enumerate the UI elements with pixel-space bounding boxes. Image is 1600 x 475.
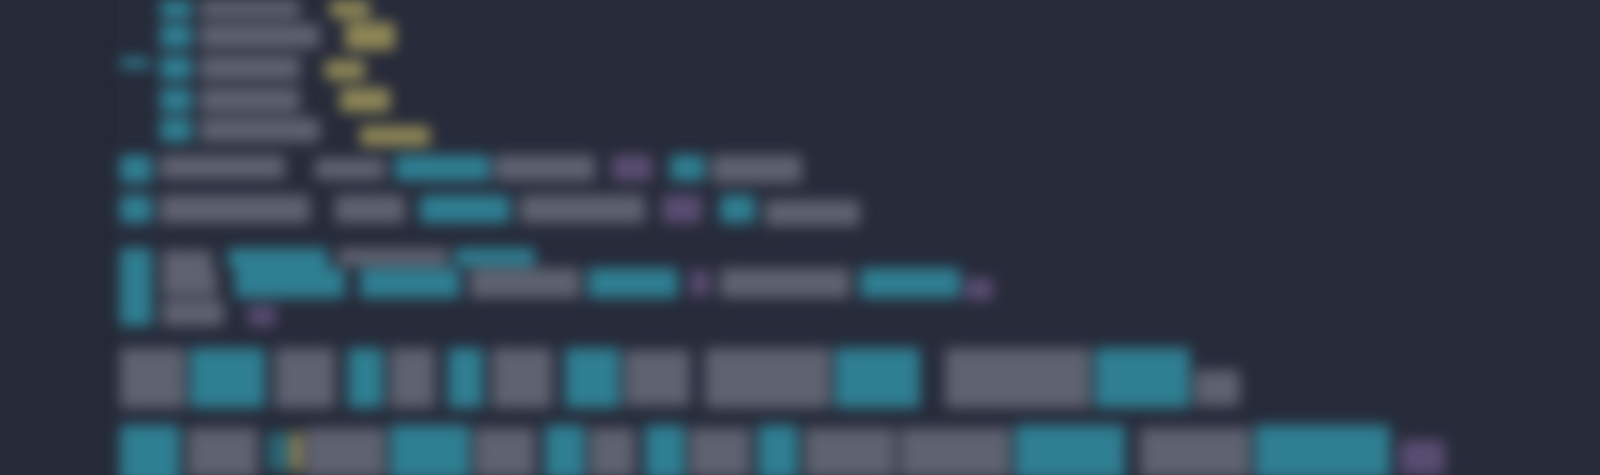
- code-token: [360, 268, 460, 298]
- code-token: [305, 428, 385, 475]
- blurred-code-content: [0, 0, 1600, 475]
- code-token: [758, 425, 798, 475]
- code-token: [720, 195, 755, 223]
- code-token: [590, 428, 635, 475]
- code-token: [162, 270, 217, 296]
- code-token: [492, 348, 552, 408]
- code-token: [1400, 440, 1445, 475]
- code-token: [120, 425, 180, 475]
- code-token: [160, 118, 192, 142]
- code-token: [900, 428, 1010, 475]
- code-token: [475, 428, 535, 475]
- code-token: [455, 248, 535, 266]
- code-token: [390, 348, 435, 408]
- code-token: [565, 348, 620, 408]
- code-token: [120, 348, 185, 408]
- code-token: [662, 195, 702, 223]
- code-editor[interactable]: blurred: [0, 0, 1600, 475]
- code-token: [670, 155, 705, 181]
- code-token: [395, 155, 490, 181]
- code-token: [945, 348, 1090, 408]
- code-token: [200, 0, 300, 18]
- code-token: [835, 348, 920, 408]
- code-token: [200, 24, 320, 48]
- code-token: [390, 425, 470, 475]
- code-token: [290, 432, 302, 472]
- code-token: [190, 348, 265, 408]
- code-token: [1255, 425, 1390, 475]
- code-token: [160, 88, 192, 112]
- code-token: [360, 126, 430, 146]
- code-token: [330, 0, 370, 18]
- code-token: [235, 268, 345, 298]
- code-token: [470, 268, 580, 298]
- code-token: [1015, 425, 1125, 475]
- code-token: [965, 278, 993, 300]
- code-token: [1140, 428, 1250, 475]
- code-token: [335, 195, 405, 223]
- code-token: [120, 195, 152, 223]
- code-token: [495, 155, 595, 181]
- code-token: [1195, 370, 1240, 406]
- code-token: [200, 56, 300, 80]
- code-token: [160, 56, 192, 80]
- code-token: [338, 248, 448, 266]
- code-token: [248, 306, 276, 326]
- code-token: [720, 268, 850, 298]
- code-token: [545, 425, 585, 475]
- code-token: [625, 350, 690, 406]
- code-token: [690, 428, 750, 475]
- code-token: [160, 24, 192, 48]
- code-token: [200, 118, 320, 142]
- code-token: [160, 155, 285, 179]
- code-token: [325, 60, 365, 80]
- code-token: [315, 158, 385, 180]
- code-token: [805, 428, 895, 475]
- code-token: [268, 432, 288, 472]
- code-token: [348, 348, 383, 408]
- code-token: [860, 268, 960, 298]
- code-token: [120, 58, 150, 68]
- code-token: [645, 425, 685, 475]
- code-token: [228, 248, 328, 268]
- code-token: [690, 270, 710, 296]
- code-token: [448, 348, 483, 408]
- code-token: [712, 155, 802, 183]
- code-token: [345, 22, 395, 50]
- code-token: [200, 88, 300, 112]
- code-token: [1095, 348, 1190, 408]
- code-token: [612, 155, 652, 181]
- code-token: [588, 268, 678, 298]
- code-token: [120, 248, 152, 326]
- code-token: [765, 200, 860, 226]
- code-token: [340, 88, 390, 112]
- code-token: [705, 348, 830, 408]
- code-token: [520, 195, 645, 223]
- code-token: [160, 195, 310, 223]
- code-token: [188, 428, 258, 475]
- code-token: [275, 348, 335, 408]
- code-token: [162, 300, 224, 326]
- code-token: [160, 0, 192, 18]
- code-token: [120, 155, 152, 183]
- code-token: [420, 195, 510, 223]
